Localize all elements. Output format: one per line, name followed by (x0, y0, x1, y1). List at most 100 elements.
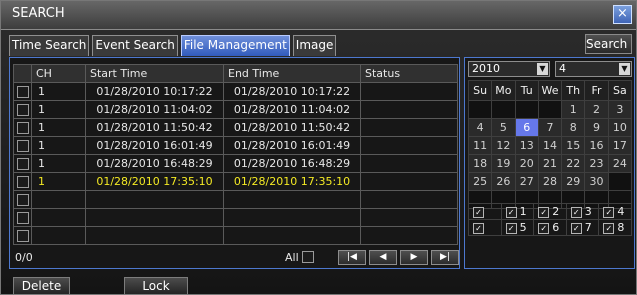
close-icon: × (617, 6, 628, 21)
calendar-day[interactable]: 9 (584, 118, 609, 137)
row-start-time: 01/28/2010 16:48:29 (85, 154, 224, 173)
table-row[interactable]: 1 01/28/2010 16:48:29 01/28/2010 16:48:29 (13, 154, 458, 173)
calendar-day[interactable]: 16 (584, 136, 609, 155)
year-select[interactable]: 2010 ▼ (468, 61, 550, 77)
calendar-day[interactable]: 22 (561, 154, 586, 173)
last-page-button[interactable]: ▶| (431, 250, 459, 265)
close-button[interactable]: × (613, 5, 632, 24)
calendar-week: 25 26 27 28 29 30 (467, 172, 633, 191)
calendar-day[interactable]: 14 (537, 136, 563, 155)
calendar-day[interactable]: 30 (584, 172, 609, 191)
check-icon[interactable]: ✓ (603, 206, 615, 218)
file-table: CH Start Time End Time Status 1 01/28/201… (13, 64, 458, 245)
check-icon[interactable]: ✓ (473, 206, 484, 218)
calendar-day[interactable]: 11 (467, 136, 493, 155)
check-icon[interactable]: ✓ (570, 206, 582, 218)
check-icon[interactable]: ✓ (538, 222, 550, 234)
row-status (360, 82, 458, 101)
check-icon[interactable]: ✓ (538, 206, 550, 218)
weekday: We (537, 80, 563, 101)
tab-event-search[interactable]: Event Search (92, 35, 178, 56)
year-value: 2010 (472, 62, 500, 75)
calendar-day[interactable]: 21 (537, 154, 563, 173)
calendar-day[interactable]: 8 (561, 118, 586, 137)
row-ch: 1 (31, 172, 86, 191)
table-row-selected[interactable]: 1 01/28/2010 17:35:10 01/28/2010 17:35:10 (13, 172, 458, 191)
row-checkbox[interactable] (16, 230, 29, 242)
table-row[interactable]: 1 01/28/2010 11:04:02 01/28/2010 11:04:02 (13, 100, 458, 119)
chevron-down-icon: ▼ (537, 63, 548, 75)
row-end-time: 01/28/2010 16:48:29 (223, 154, 361, 173)
weekday: Mo (491, 80, 516, 101)
row-status (360, 100, 458, 119)
file-panel: CH Start Time End Time Status 1 01/28/201… (9, 57, 460, 269)
calendar-day[interactable]: 25 (467, 172, 493, 191)
calendar-day[interactable]: 19 (491, 154, 516, 173)
row-checkbox[interactable] (16, 176, 29, 188)
calendar-day[interactable]: 13 (514, 136, 539, 155)
calendar-day[interactable]: 17 (607, 136, 633, 155)
table-row[interactable]: 1 01/28/2010 10:17:22 01/28/2010 10:17:22 (13, 82, 458, 101)
first-page-button[interactable]: |◀ (338, 250, 366, 265)
row-checkbox[interactable] (16, 194, 29, 206)
calendar-day[interactable]: 7 (537, 118, 563, 137)
calendar-day[interactable]: 28 (537, 172, 563, 191)
next-page-button[interactable]: ▶ (400, 250, 428, 265)
calendar-day[interactable]: 2 (584, 100, 609, 119)
calendar-day[interactable]: 1 (561, 100, 586, 119)
table-row[interactable]: 1 01/28/2010 16:01:49 01/28/2010 16:01:49 (13, 136, 458, 155)
calendar-day[interactable]: 18 (467, 154, 493, 173)
month-select[interactable]: 4 ▼ (555, 61, 632, 77)
empty-row (13, 226, 458, 245)
calendar-day[interactable]: 26 (491, 172, 516, 191)
check-icon[interactable]: ✓ (603, 222, 615, 234)
row-status (360, 154, 458, 173)
search-button[interactable]: Search (585, 34, 632, 54)
delete-button[interactable]: Delete (13, 277, 70, 295)
row-end-time: 01/28/2010 11:50:42 (223, 118, 361, 137)
calendar-day[interactable]: 10 (607, 118, 633, 137)
tab-time-search[interactable]: Time Search (9, 35, 90, 56)
check-icon[interactable]: ✓ (505, 206, 517, 218)
prev-page-button[interactable]: ◀ (369, 250, 397, 265)
weekday-row: Su Mo Tu We Th Fr Sa (467, 80, 633, 101)
calendar-day[interactable]: 4 (467, 118, 493, 137)
row-checkbox[interactable] (16, 122, 29, 134)
header-status: Status (360, 64, 458, 83)
calendar-day[interactable]: 5 (491, 118, 516, 137)
calendar-day[interactable]: 27 (514, 172, 539, 191)
prev-page-icon: ◀ (379, 252, 387, 262)
calendar-week: 11 12 13 14 15 16 17 (467, 136, 633, 155)
calendar-day[interactable]: 23 (584, 154, 609, 173)
select-all-checkbox[interactable] (302, 251, 314, 263)
calendar-day[interactable]: 29 (561, 172, 586, 191)
header-end-time: End Time (223, 64, 361, 83)
tab-file-management[interactable]: File Management (180, 35, 290, 56)
row-checkbox[interactable] (16, 158, 29, 170)
calendar-day[interactable]: 3 (607, 100, 633, 119)
calendar-day[interactable]: 15 (561, 136, 586, 155)
row-checkbox[interactable] (16, 212, 29, 224)
table-footer: 0/0 All |◀ ◀ ▶ ▶| (13, 249, 459, 266)
lock-button[interactable]: Lock (124, 277, 188, 295)
check-icon[interactable]: ✓ (570, 222, 582, 234)
month-value: 4 (559, 62, 566, 75)
row-ch: 1 (31, 82, 86, 101)
channel-label: 6 (552, 221, 560, 234)
calendar-day-selected[interactable]: 6 (514, 118, 539, 137)
calendar-day[interactable]: 24 (607, 154, 633, 173)
table-row[interactable]: 1 01/28/2010 11:50:42 01/28/2010 11:50:42 (13, 118, 458, 137)
check-icon[interactable]: ✓ (505, 222, 517, 234)
row-checkbox[interactable] (16, 104, 29, 116)
header-ch: CH (31, 64, 86, 83)
row-start-time: 01/28/2010 11:04:02 (85, 100, 224, 119)
tab-image[interactable]: Image (292, 35, 337, 56)
calendar-day[interactable]: 12 (491, 136, 516, 155)
check-icon[interactable]: ✓ (473, 222, 484, 234)
calendar-grid: Su Mo Tu We Th Fr Sa 123 4 5 6 7 8 9 10 11 12 13… (467, 80, 633, 209)
row-checkbox[interactable] (16, 86, 29, 98)
calendar-day[interactable]: 20 (514, 154, 539, 173)
page-nav: |◀ ◀ ▶ ▶| (335, 250, 459, 265)
row-checkbox[interactable] (16, 140, 29, 152)
channel-label: 1 (519, 205, 527, 218)
